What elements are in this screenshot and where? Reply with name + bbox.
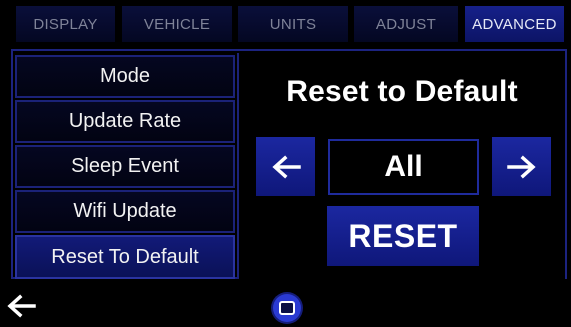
tab-advanced[interactable]: ADVANCED bbox=[465, 6, 564, 42]
tab-display[interactable]: DISPLAY bbox=[16, 6, 115, 42]
next-option-button[interactable] bbox=[492, 137, 551, 196]
settings-frame: Mode Update Rate Sleep Event Wifi Update… bbox=[11, 49, 567, 279]
selected-value: All bbox=[328, 139, 479, 195]
left-arrow-icon bbox=[271, 155, 301, 178]
menu-item-mode[interactable]: Mode bbox=[15, 55, 235, 98]
settings-panel: Reset to Default All RESET bbox=[237, 53, 565, 279]
right-arrow-icon bbox=[506, 155, 536, 178]
bottom-bar bbox=[0, 285, 571, 327]
back-button[interactable] bbox=[4, 291, 38, 321]
reset-button[interactable]: RESET bbox=[327, 206, 479, 266]
back-arrow-icon bbox=[7, 294, 36, 318]
tab-vehicle[interactable]: VEHICLE bbox=[122, 6, 232, 42]
tab-units[interactable]: UNITS bbox=[238, 6, 348, 42]
tab-bar: DISPLAY VEHICLE UNITS ADJUST ADVANCED bbox=[0, 0, 571, 43]
menu-item-update-rate[interactable]: Update Rate bbox=[15, 100, 235, 143]
settings-menu: Mode Update Rate Sleep Event Wifi Update… bbox=[15, 53, 235, 279]
home-icon bbox=[279, 301, 295, 315]
prev-option-button[interactable] bbox=[256, 137, 315, 196]
home-button[interactable] bbox=[273, 294, 301, 322]
menu-item-sleep-event[interactable]: Sleep Event bbox=[15, 145, 235, 188]
menu-item-wifi-update[interactable]: Wifi Update bbox=[15, 190, 235, 233]
tab-adjust[interactable]: ADJUST bbox=[354, 6, 458, 42]
panel-title: Reset to Default bbox=[286, 75, 518, 108]
menu-item-reset-to-default[interactable]: Reset To Default bbox=[15, 235, 235, 279]
